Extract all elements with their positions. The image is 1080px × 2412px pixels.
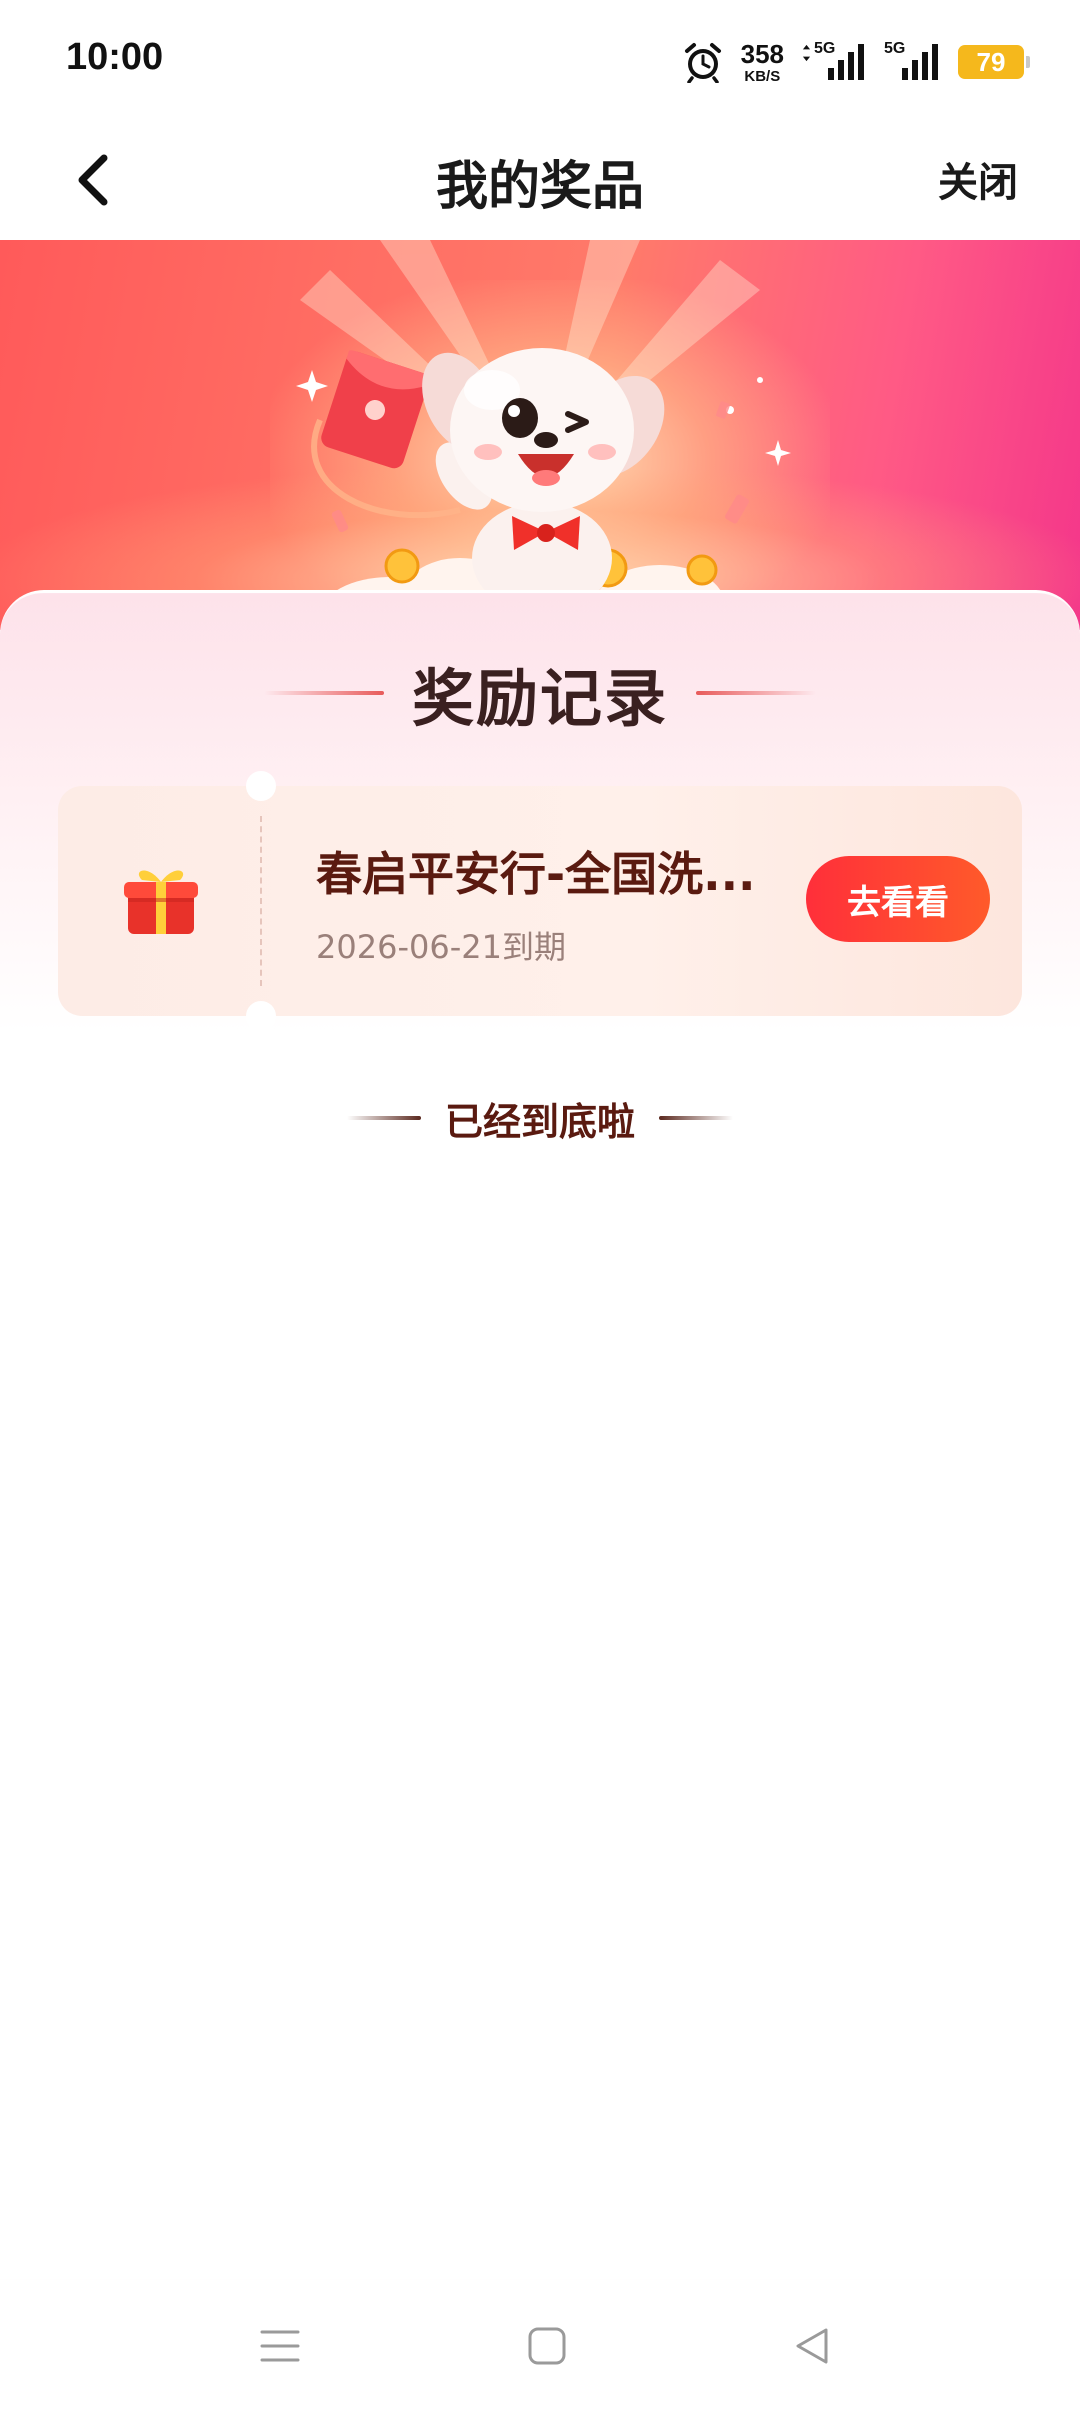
battery-icon: 79 xyxy=(958,45,1030,79)
status-icons: 358 KB/S 5G 5G 79 xyxy=(683,36,1030,88)
home-icon[interactable] xyxy=(523,2322,571,2370)
status-time: 10:00 xyxy=(66,36,164,78)
decorative-line xyxy=(696,691,816,695)
network-speed: 358 KB/S xyxy=(741,41,784,84)
section-header: 奖励记录 xyxy=(0,653,1080,735)
ticket-divider xyxy=(260,816,262,986)
close-button[interactable]: 关闭 xyxy=(938,150,1018,208)
mascot-illustration xyxy=(296,240,791,630)
reward-name: 春启平安行-全国洗... xyxy=(316,847,756,901)
status-bar: 10:00 358 KB/S 5G 5G 79 xyxy=(0,0,1080,120)
list-end-indicator: 已经到底啦 xyxy=(0,1088,1080,1148)
ticket-notch xyxy=(246,771,276,801)
list-end-text: 已经到底啦 xyxy=(444,1099,635,1144)
data-arrows-icon xyxy=(802,44,811,62)
network-speed-value: 358 xyxy=(740,38,784,69)
menu-icon[interactable] xyxy=(256,2322,304,2370)
battery-level: 79 xyxy=(976,46,1006,77)
section-title: 奖励记录 xyxy=(411,662,668,735)
signal-strength-1: 5G xyxy=(802,40,866,82)
reward-card[interactable]: 春启平安行-全国洗... 2026-06-21到期 去看看 xyxy=(58,771,1022,1031)
ticket-notch xyxy=(246,1001,276,1031)
title-bar: 我的奖品 关闭 xyxy=(0,120,1080,240)
page-title: 我的奖品 xyxy=(435,157,644,217)
back-triangle-icon[interactable] xyxy=(788,2322,836,2370)
rewards-panel: 奖励记录 春启平安行-全国洗... 2026-06-21到期 去看看 已经到底啦 xyxy=(0,590,1080,2280)
header-banner xyxy=(0,240,1080,630)
gift-box-icon xyxy=(124,870,198,934)
signal-strength-2: 5G xyxy=(884,40,940,82)
decorative-line xyxy=(263,691,384,695)
system-nav-bar xyxy=(0,2280,1080,2412)
signal-icon xyxy=(828,44,864,80)
reward-expiry: 2026-06-21到期 xyxy=(316,928,566,966)
decorative-line xyxy=(659,1116,733,1120)
view-reward-button[interactable]: 去看看 xyxy=(806,856,990,942)
alarm-icon xyxy=(684,43,721,83)
signal-icon xyxy=(902,44,938,80)
network-speed-unit: KB/S xyxy=(744,67,781,85)
decorative-line xyxy=(346,1116,421,1120)
